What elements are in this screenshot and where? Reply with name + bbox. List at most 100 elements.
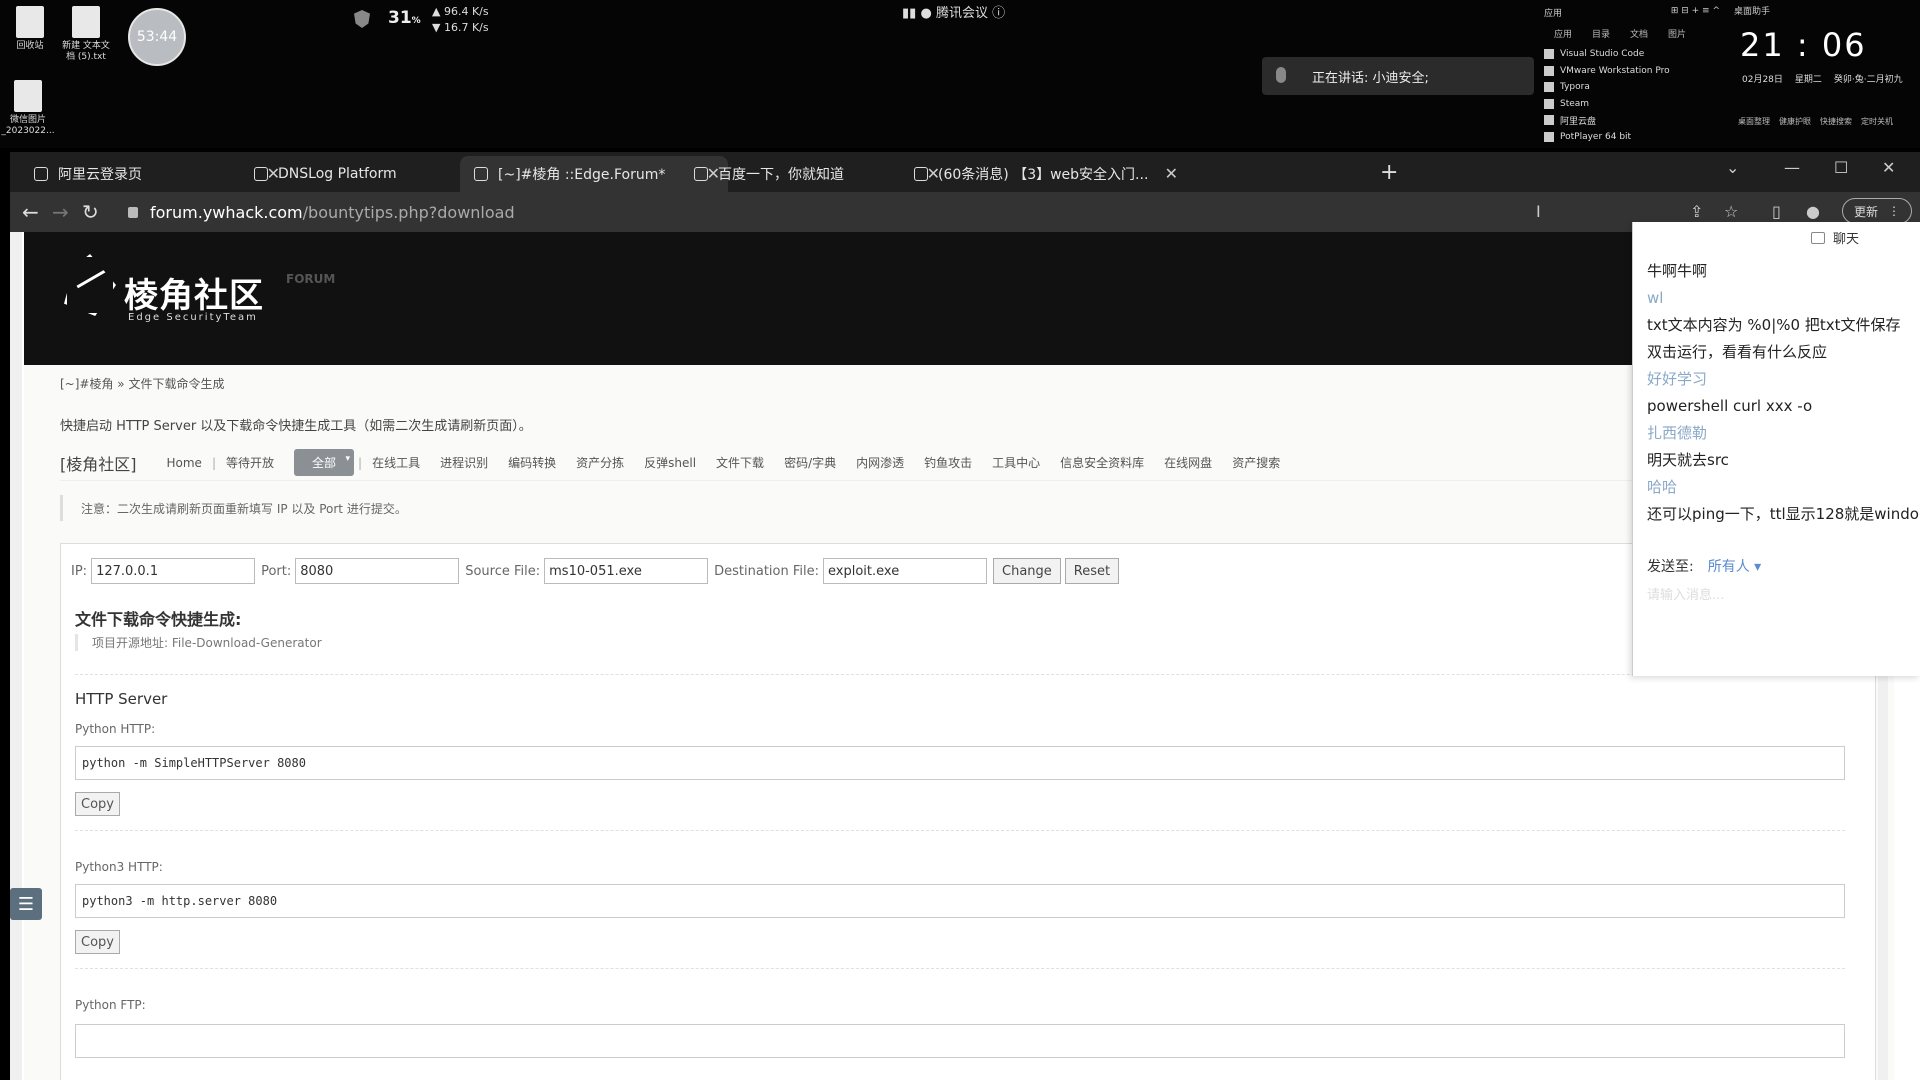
apps-tab[interactable]: 应用	[1554, 27, 1572, 40]
apps-tab[interactable]: 图片	[1668, 27, 1686, 40]
minimize-icon[interactable]: —	[1784, 158, 1800, 177]
nav-item[interactable]: 信息安全资料库	[1060, 454, 1144, 471]
new-tab-icon[interactable]: +	[1380, 160, 1398, 185]
nav-waiting[interactable]: 等待开放	[226, 454, 274, 471]
nav-item[interactable]: 资产搜索	[1232, 454, 1280, 471]
chat-title: 聊天	[1811, 228, 1859, 247]
upload-speed: ▼ 16.7 K/s	[432, 21, 489, 34]
tool-link[interactable]: 定时关机	[1861, 116, 1893, 127]
recycle-bin-icon	[16, 6, 44, 38]
tool-link[interactable]: 健康护眼	[1779, 116, 1811, 127]
nav-item[interactable]: 编码转换	[508, 454, 556, 471]
tool-link[interactable]: 快捷搜索	[1820, 116, 1852, 127]
star-icon[interactable]: ☆	[1724, 202, 1738, 221]
apps-tab[interactable]: 文档	[1630, 27, 1648, 40]
logo-text[interactable]: 棱角社区	[124, 268, 264, 317]
tab-title: 百度一下，你就知道	[718, 167, 844, 183]
net-speeds: ▲ 96.4 K/s ▼ 16.7 K/s	[432, 4, 489, 36]
source-file-input[interactable]	[544, 558, 709, 584]
speaking-indicator: 正在讲话: 小迪安全;	[1262, 57, 1534, 95]
reload-icon[interactable]: ↻	[82, 200, 99, 224]
nav-item[interactable]: 进程识别	[440, 454, 488, 471]
nav-home[interactable]: Home	[167, 456, 202, 470]
chat-sender: 好好学习	[1647, 370, 1708, 388]
app-shortcut[interactable]: 阿里云盘	[1544, 112, 1720, 129]
chat-message: 牛啊牛啊	[1647, 262, 1708, 280]
desktop-icon-image[interactable]: 微信图片_2023022...	[0, 80, 56, 137]
nav-brand[interactable]: [棱角社区]	[60, 451, 137, 475]
send-to: 发送至: 所有人 ▾	[1647, 556, 1761, 576]
image-file-icon	[14, 80, 42, 112]
ip-input[interactable]	[91, 558, 256, 584]
nav-item[interactable]: 资产分拣	[576, 454, 624, 471]
logo-subtitle: Edge SecurityTeam	[128, 312, 258, 323]
nav-item[interactable]: 在线工具	[372, 454, 420, 471]
app-shortcut[interactable]: Visual Studio Code	[1544, 46, 1720, 63]
copy-button[interactable]: Copy	[75, 930, 120, 954]
apps-tab[interactable]: 目录	[1592, 27, 1610, 40]
port-input[interactable]	[295, 558, 460, 584]
lock-icon	[128, 206, 138, 218]
shield-icon	[354, 10, 370, 28]
sidebar-icon[interactable]: ▯	[1772, 202, 1781, 221]
back-icon[interactable]: ←	[22, 200, 39, 224]
share-icon[interactable]: ⇪	[1690, 202, 1703, 221]
app-shortcut[interactable]: PotPlayer 64 bit	[1544, 129, 1720, 146]
tab-title: [~]#棱角 ::Edge.Forum*	[498, 167, 666, 183]
info-icon[interactable]: ⓘ	[992, 6, 1005, 21]
nav-item[interactable]: 工具中心	[992, 454, 1040, 471]
nav-item[interactable]: 反弹shell	[644, 454, 696, 471]
python3-http-command[interactable]: python3 -m http.server 8080	[75, 884, 1845, 918]
window-close-icon[interactable]: ✕	[1882, 158, 1895, 177]
chat-panel: 聊天 牛啊牛啊 wl txt文本内容为 %0|%0 把txt文件保存 双击运行，…	[1632, 222, 1920, 676]
maximize-icon[interactable]: ☐	[1834, 158, 1848, 177]
app-shortcut[interactable]: VMware Workstation Pro	[1544, 63, 1720, 80]
nav-all-dropdown[interactable]: 全部	[294, 449, 355, 476]
tab-search-icon[interactable]: ⌄	[1726, 158, 1739, 177]
tab-csdn[interactable]: (60条消息) 【3】web安全入门... ✕	[900, 156, 1178, 192]
forward-icon[interactable]: →	[52, 200, 69, 224]
app-shortcut[interactable]: Typora	[1544, 79, 1720, 96]
edge-logo-icon[interactable]	[64, 254, 116, 316]
source-link[interactable]: 项目开源地址: File-Download-Generator	[75, 634, 322, 651]
app-shortcut[interactable]: Steam	[1544, 96, 1720, 113]
reset-button[interactable]: Reset	[1064, 558, 1120, 584]
breadcrumb[interactable]: [~]#棱角 » 文件下载命令生成	[60, 375, 224, 392]
desktop-icon-label: 回收站	[16, 41, 44, 51]
nav-item[interactable]: 密码/字典	[784, 454, 836, 471]
tool-link[interactable]: 桌面整理	[1738, 116, 1770, 127]
nav-separator: |	[358, 455, 363, 470]
weekday-text: 星期二	[1794, 75, 1822, 85]
chat-input[interactable]: 请输入消息...	[1647, 584, 1724, 603]
clock-time: 21 : 06	[1740, 26, 1867, 64]
desktop-icon-text-file[interactable]: 新建 文本文档 (5).txt	[58, 6, 114, 63]
update-button[interactable]: 更新 ⋮	[1842, 198, 1912, 224]
download-speed: ▲ 96.4 K/s	[432, 5, 489, 18]
generator-form: IP: Port: Source File: Destination File:…	[71, 558, 1123, 584]
meeting-title[interactable]: ▮▮ ● 腾讯会议 ⓘ	[902, 2, 1005, 21]
nav-item[interactable]: 在线网盘	[1164, 454, 1212, 471]
meeting-name: 腾讯会议	[935, 6, 988, 21]
python-ftp-command[interactable]	[75, 1024, 1845, 1058]
divider	[75, 674, 1845, 675]
recording-timer[interactable]: 53:44	[128, 8, 186, 66]
widget-controls-icon[interactable]: ⊞ ⊟ + ≡ ^	[1671, 6, 1720, 19]
nav-item[interactable]: 钓鱼攻击	[924, 454, 972, 471]
send-to-dropdown[interactable]: 所有人 ▾	[1708, 559, 1761, 575]
divider	[75, 830, 1845, 831]
copy-button[interactable]: Copy	[75, 792, 120, 816]
profile-icon[interactable]: ●	[1806, 202, 1820, 221]
python-http-command[interactable]: python -m SimpleHTTPServer 8080	[75, 746, 1845, 780]
app-label: Visual Studio Code	[1560, 49, 1645, 60]
close-icon[interactable]: ✕	[1165, 164, 1178, 183]
url-field[interactable]: forum.ywhack.com /bountytips.php?downloa…	[120, 198, 1370, 226]
divider	[75, 968, 1845, 969]
change-button[interactable]: Change	[993, 558, 1061, 584]
destination-file-input[interactable]	[823, 558, 988, 584]
intro-text: 快捷启动 HTTP Server 以及下载命令快捷生成工具（如需二次生成请刷新页…	[60, 419, 532, 434]
nav-item[interactable]: 文件下载	[716, 454, 764, 471]
side-menu-icon[interactable]: ☰	[10, 888, 42, 920]
app-label: Steam	[1560, 98, 1590, 109]
nav-item[interactable]: 内网渗透	[856, 454, 904, 471]
desktop-icon-recycle-bin[interactable]: 回收站	[2, 6, 58, 52]
